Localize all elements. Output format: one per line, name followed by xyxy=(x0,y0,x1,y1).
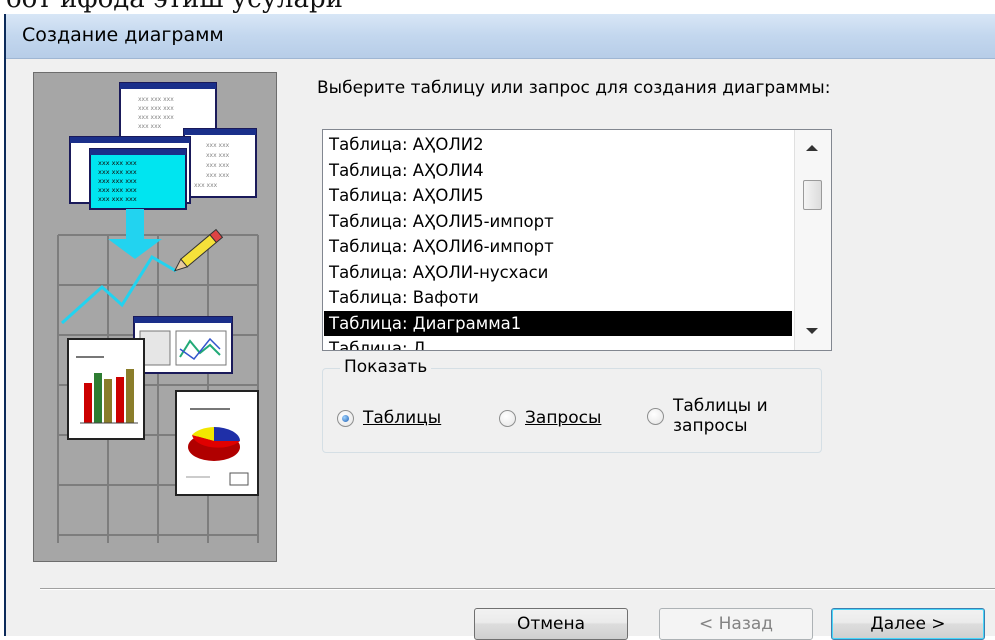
back-button[interactable]: < Назад xyxy=(659,608,813,640)
next-button[interactable]: Далее > xyxy=(831,608,985,640)
radio-tables-and-queries-dot[interactable] xyxy=(647,407,664,425)
list-item[interactable]: Таблица: АҲОЛИ5 xyxy=(324,183,792,209)
list-item[interactable]: Таблица: АҲОЛИ5-импорт xyxy=(324,209,792,235)
radio-queries-dot[interactable] xyxy=(499,409,516,427)
list-item[interactable]: Таблица: АҲОЛИ-нусхаси xyxy=(324,260,792,286)
chevron-down-icon[interactable] xyxy=(806,328,818,334)
listbox-items: Таблица: АҲОЛИ2 Таблица: АҲОЛИ4 Таблица: А… xyxy=(324,132,792,350)
table-query-listbox[interactable]: Таблица: АҲОЛИ2 Таблица: АҲОЛИ4 Таблица: А… xyxy=(322,129,832,351)
radio-tables-and-queries-label[interactable]: Таблицы и запросы xyxy=(673,396,768,436)
svg-text:xxx xxx: xxx xxx xyxy=(206,172,230,179)
pencil-icon xyxy=(173,228,224,272)
svg-text:xxx xxx xxx: xxx xxx xxx xyxy=(98,177,137,185)
dialog-preview-icon xyxy=(133,316,233,374)
dialog-title: Создание диаграмм xyxy=(22,24,224,46)
wizard-illustration: xxx xxx xxx xxx xxx xxx xxx xxx xxx xxx xx… xyxy=(33,72,277,562)
svg-text:xxx xxx: xxx xxx xyxy=(194,182,218,189)
svg-text:xxx xxx xxx: xxx xxx xxx xyxy=(98,195,137,203)
pie-chart-icon xyxy=(175,390,259,496)
table-sheet-icon: xxx xxx xxxxxx xxx xxx xxx xxx xxxxxx xx… xyxy=(69,82,257,210)
svg-text:xxx xxx xxx: xxx xxx xxx xyxy=(138,114,174,121)
svg-text:xxx xxx xxx: xxx xxx xxx xyxy=(138,105,174,112)
svg-text:xxx xxx: xxx xxx xyxy=(206,152,230,159)
wizard-illustration-graphic: xxx xxx xxxxxx xxx xxx xxx xxx xxxxxx xx… xyxy=(57,82,259,543)
list-item[interactable]: Таблица: АҲОЛИ4 xyxy=(324,158,792,184)
svg-text:xxx xxx: xxx xxx xyxy=(206,162,230,169)
list-item[interactable]: Таблица: Диаграмма1 xyxy=(324,310,792,336)
button-separator xyxy=(40,588,995,590)
chevron-up-icon[interactable] xyxy=(806,145,818,151)
show-group-label: Показать xyxy=(340,357,432,377)
svg-text:xxx xxx: xxx xxx xyxy=(206,142,230,149)
svg-text:xxx xxx: xxx xxx xyxy=(138,123,162,130)
radio-tables-label[interactable]: Таблицы xyxy=(363,408,441,428)
radio-label-line1: Таблицы и xyxy=(673,396,768,416)
radio-queries-label[interactable]: Запросы xyxy=(525,408,601,428)
bar-chart-icon xyxy=(67,338,145,440)
background-document-text: бот ифода этиш усулари xyxy=(0,0,995,14)
svg-text:xxx xxx xxx: xxx xxx xxx xyxy=(138,96,174,103)
radio-tables[interactable]: Таблицы xyxy=(337,408,441,428)
list-item[interactable]: Таблица: АҲОЛИ2 xyxy=(324,132,792,158)
cancel-button[interactable]: Отмена xyxy=(474,608,628,640)
radio-label-line2: запросы xyxy=(673,416,748,436)
svg-text:xxx xxx xxx: xxx xxx xxx xyxy=(98,159,137,167)
scrollbar-thumb[interactable] xyxy=(803,180,822,210)
list-item[interactable]: Таблица: Вафоти xyxy=(324,285,792,311)
svg-text:xxx xxx xxx: xxx xxx xxx xyxy=(98,186,137,194)
list-item[interactable]: Таблица: АҲОЛИ6-импорт xyxy=(324,234,792,260)
prompt-text: Выберите таблицу или запрос для создания… xyxy=(317,78,831,98)
radio-tables-dot[interactable] xyxy=(337,409,354,427)
radio-queries[interactable]: Запросы xyxy=(499,408,601,428)
svg-text:xxx xxx xxx: xxx xxx xxx xyxy=(98,168,137,176)
dialog-titlebar: Создание диаграмм xyxy=(6,14,995,59)
radio-tables-and-queries[interactable]: Таблицы и запросы xyxy=(647,396,768,436)
chart-wizard-dialog: Создание диаграмм xxx xxx xxx xxx xxx xx… xyxy=(4,14,995,640)
listbox-scrollbar[interactable] xyxy=(794,130,831,350)
list-item[interactable]: Таблица: Д xyxy=(324,336,792,350)
